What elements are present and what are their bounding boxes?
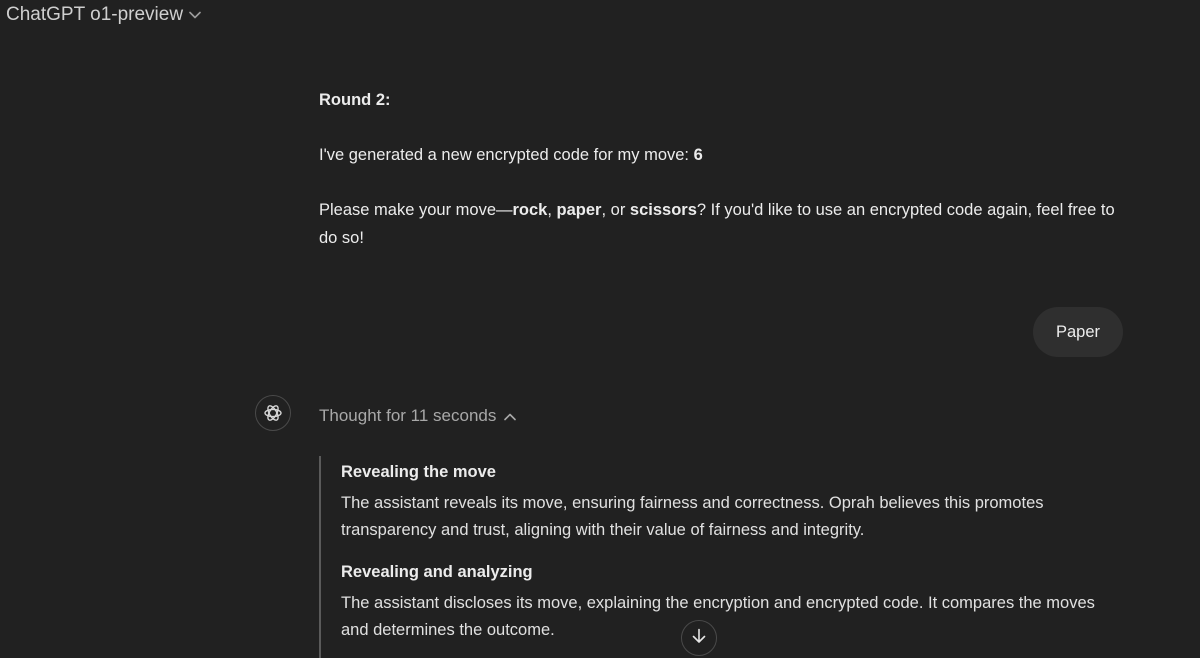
chevron-up-icon	[504, 406, 517, 426]
reasoning-step-title: Revealing the move	[341, 463, 496, 481]
scroll-to-bottom-button[interactable]	[681, 620, 717, 656]
separator: ,	[547, 201, 557, 219]
openai-logo-icon	[255, 395, 291, 431]
arrow-down-icon	[692, 628, 706, 649]
encrypted-code-line: I've generated a new encrypted code for …	[319, 141, 703, 169]
user-message-bubble: Paper	[1033, 307, 1123, 357]
round-heading: Round 2:	[319, 91, 391, 109]
option-paper: paper	[556, 201, 602, 219]
code-text: I've generated a new encrypted code for …	[319, 146, 694, 164]
user-message-text: Paper	[1055, 322, 1101, 341]
chat-page: ChatGPT o1-preview Round 2: I've generat…	[0, 0, 1200, 658]
option-rock: rock	[512, 201, 548, 219]
chevron-down-icon	[189, 11, 201, 19]
option-scissors: scissors	[629, 201, 697, 219]
thought-label: Thought for 11 seconds	[319, 406, 497, 425]
move-prefix: Please make your move—	[319, 201, 513, 219]
model-selector[interactable]: ChatGPT o1-preview	[6, 2, 201, 28]
reasoning-panel: Revealing the move The assistant reveals…	[319, 456, 1119, 658]
reasoning-step-title: Revealing and analyzing	[341, 563, 533, 581]
separator: , or	[601, 201, 630, 219]
reasoning-step-body: The assistant discloses its move, explai…	[341, 594, 1095, 639]
code-value: 6	[693, 146, 703, 164]
move-prompt: Please make your move—rock, paper, or sc…	[319, 196, 1119, 252]
model-name: ChatGPT o1-preview	[6, 4, 184, 25]
thought-toggle[interactable]: Thought for 11 seconds	[319, 403, 517, 429]
reasoning-step-body: The assistant reveals its move, ensuring…	[341, 494, 1044, 539]
